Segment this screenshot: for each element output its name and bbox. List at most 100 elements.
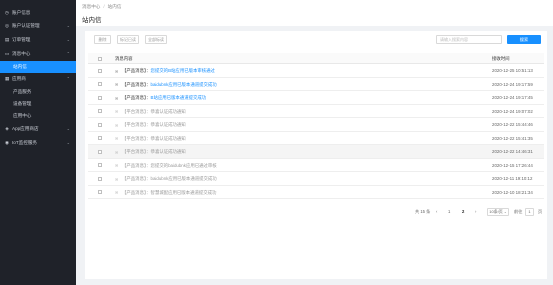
goto-input[interactable]: 1	[525, 207, 534, 216]
received-time: 2020-12-22 15:41:35	[492, 135, 533, 141]
message-link[interactable]: 恭喜认证成功通知	[151, 136, 186, 141]
received-time: 2020-12-11 19:10:12	[492, 176, 533, 182]
message-link[interactable]: baidubnk应用已版本通道提交成功	[151, 82, 217, 87]
row-checkbox[interactable]	[98, 149, 102, 154]
chevron-right-icon: ›	[475, 209, 477, 214]
sidebar-item-0[interactable]: ◷ 账户信息	[0, 7, 76, 19]
table-row[interactable]: ✉ 【平台消息】：恭喜认证成功通知 2020-12-22 14:46:31	[88, 145, 544, 159]
delete-button[interactable]: 删除	[94, 35, 111, 44]
message-category: 【产品消息】：	[122, 81, 151, 87]
received-time: 2020-12-22 14:46:31	[492, 149, 533, 155]
row-checkbox[interactable]	[98, 122, 102, 127]
column-header-content: 消息内容	[115, 56, 133, 61]
table-row[interactable]: ✉ 【产品消息】：智慧城配应用已版本通道提交成功 2020-12-10 18:21:…	[88, 185, 544, 199]
message-category: 【产品消息】：	[122, 189, 151, 195]
sidebar-item-7[interactable]: 设备管理	[0, 98, 76, 110]
sidebar-item-6[interactable]: 产品服务	[0, 86, 76, 98]
message-content: 【产品消息】：baidubnk应用已版本通道提交成功	[122, 82, 217, 88]
pagination-next[interactable]: ›	[475, 207, 476, 216]
message-content: 【平台消息】：恭喜认证成功通知	[122, 149, 186, 155]
message-link[interactable]: 智慧城配应用已版本通道提交成功	[151, 190, 217, 195]
pagination-prev[interactable]: ‹	[436, 207, 437, 216]
received-time: 2020-12-10 18:21:34	[492, 189, 533, 195]
table-row[interactable]: ✉ 【产品消息】：baidubnk应用已版本通道提交成功 2020-12-24 19…	[88, 77, 544, 91]
received-time: 2020-12-24 19:17:45	[492, 95, 533, 101]
breadcrumb-separator: /	[103, 4, 105, 9]
table-row[interactable]: ✉ 【平台消息】：恭喜认证成功通知 2020-12-22 15:44:46	[88, 118, 544, 132]
sidebar-item-2[interactable]: ▤ 订单管理 ⌄	[0, 34, 76, 46]
chevron-down-icon: ⌄	[66, 23, 70, 28]
row-checkbox[interactable]	[98, 82, 102, 86]
message-category: 【平台消息】：	[122, 149, 151, 155]
table-row[interactable]: ✉ 【产品消息】：您提交的B站应用已版本审核通过 2020-12-25 10:51:…	[88, 64, 544, 78]
sidebar-item-label: 设备管理	[13, 100, 32, 106]
sidebar-item-5[interactable]: ▦ 应用商 ⌃	[0, 73, 76, 85]
received-time: 2020-12-24 19:17:59	[492, 81, 533, 87]
row-checkbox[interactable]	[98, 109, 102, 113]
main-area: 消息中心 / 站内信 站内信 删除 标记已读 全部标读 请输入搜索内容 搜索 消息内…	[76, 0, 553, 285]
message-content: 【平台消息】：恭喜认证成功通知	[122, 136, 186, 142]
received-time: 2020-12-15 17:26:44	[492, 162, 533, 168]
mail-unread-icon: ✉	[115, 68, 119, 74]
page-number: 2	[462, 209, 465, 214]
message-link[interactable]: 您提交的B站应用已版本审核通过	[151, 68, 215, 73]
sidebar-item-1[interactable]: ◎ 账户认证管理 ⌄	[0, 20, 76, 32]
pagination-page-1[interactable]: 1	[448, 207, 450, 216]
message-link[interactable]: baidubnk应用已版本通道提交成功	[151, 176, 217, 181]
sidebar-item-10[interactable]: ◉ IoT监控服务 ⌄	[0, 137, 76, 149]
row-checkbox[interactable]	[98, 190, 102, 194]
table-header: 消息内容 接收时间	[88, 53, 544, 64]
chevron-left-icon: ‹	[436, 209, 438, 214]
message-content: 【产品消息】：您提交的baidubnk应用已通过审核	[122, 163, 217, 169]
mark-all-read-button[interactable]: 全部标读	[145, 35, 167, 44]
message-category: 【产品消息】：	[122, 68, 151, 74]
table-row[interactable]: ✉ 【产品消息】：B站应用已版本通道提交成功 2020-12-24 19:17:45	[88, 91, 544, 105]
received-time: 2020-12-22 15:44:46	[492, 122, 533, 128]
breadcrumb-item-message-center[interactable]: 消息中心	[82, 4, 100, 9]
goto-suffix: 页	[538, 208, 543, 214]
sidebar-item-label: 消息中心	[12, 50, 31, 56]
search-input[interactable]: 请输入搜索内容	[436, 35, 502, 44]
sidebar-item-label: 站内信	[13, 63, 27, 69]
message-link[interactable]: 您提交的baidubnk应用已通过审核	[151, 163, 217, 168]
sidebar-item-3[interactable]: ▭ 消息中心 ⌃	[0, 48, 76, 60]
message-link[interactable]: B站应用已版本通道提交成功	[151, 95, 207, 100]
chevron-down-icon: ⌄	[66, 126, 70, 131]
mark-read-button[interactable]: 标记已读	[117, 35, 139, 44]
message-link[interactable]: 恭喜认证成功通知	[151, 109, 186, 114]
sidebar-item-8[interactable]: 应用中心	[0, 110, 76, 122]
row-checkbox[interactable]	[98, 95, 102, 100]
pagination-page-2[interactable]: 2	[462, 207, 464, 216]
table-row[interactable]: ✉ 【产品消息】：您提交的baidubnk应用已通过审核 2020-12-15 17…	[88, 158, 544, 172]
table-row[interactable]: ✉ 【平台消息】：恭喜认证成功通知 2020-12-22 15:41:35	[88, 131, 544, 145]
received-time: 2020-12-24 19:07:02	[492, 108, 533, 114]
sidebar-item-9[interactable]: ◈ App应用商店 ⌄	[0, 123, 76, 135]
message-category: 【平台消息】：	[122, 108, 151, 114]
mail-read-icon: ✉	[115, 163, 119, 168]
row-checkbox[interactable]	[98, 68, 102, 73]
row-checkbox[interactable]	[98, 136, 102, 140]
page-size-select[interactable]: 10条/页 ⌄	[487, 207, 509, 216]
message-content: 【产品消息】：B站应用已版本通道提交成功	[122, 95, 206, 101]
table-row[interactable]: ✉ 【产品消息】：baidubnk应用已版本通道提交成功 2020-12-11 19…	[88, 172, 544, 186]
message-link[interactable]: 恭喜认证成功通知	[151, 122, 186, 127]
sidebar-item-label: 应用中心	[13, 112, 32, 118]
message-link[interactable]: 恭喜认证成功通知	[151, 149, 186, 154]
table-row[interactable]: ✉ 【平台消息】：恭喜认证成功通知 2020-12-24 19:07:02	[88, 104, 544, 118]
select-all-checkbox[interactable]	[98, 56, 102, 61]
sidebar-item-4[interactable]: 站内信	[0, 60, 76, 73]
page-title: 站内信	[82, 17, 102, 24]
page-number: 1	[448, 209, 451, 214]
row-checkbox[interactable]	[98, 176, 102, 181]
row-checkbox[interactable]	[98, 163, 102, 167]
search-button[interactable]: 搜索	[507, 35, 541, 44]
content-card: 删除 标记已读 全部标读 请输入搜索内容 搜索 消息内容 接收时间 ✉ 【产品消息…	[85, 31, 547, 279]
page-size-value: 10条/页	[489, 208, 503, 214]
mail-read-icon: ✉	[115, 190, 119, 195]
mail-read-icon: ✉	[115, 109, 119, 114]
message-category: 【产品消息】：	[122, 95, 151, 101]
order-icon: ▤	[4, 36, 10, 42]
mail-unread-icon: ✉	[115, 95, 119, 101]
user-check-icon: ◎	[4, 22, 9, 28]
mail-unread-icon: ✉	[115, 82, 119, 87]
